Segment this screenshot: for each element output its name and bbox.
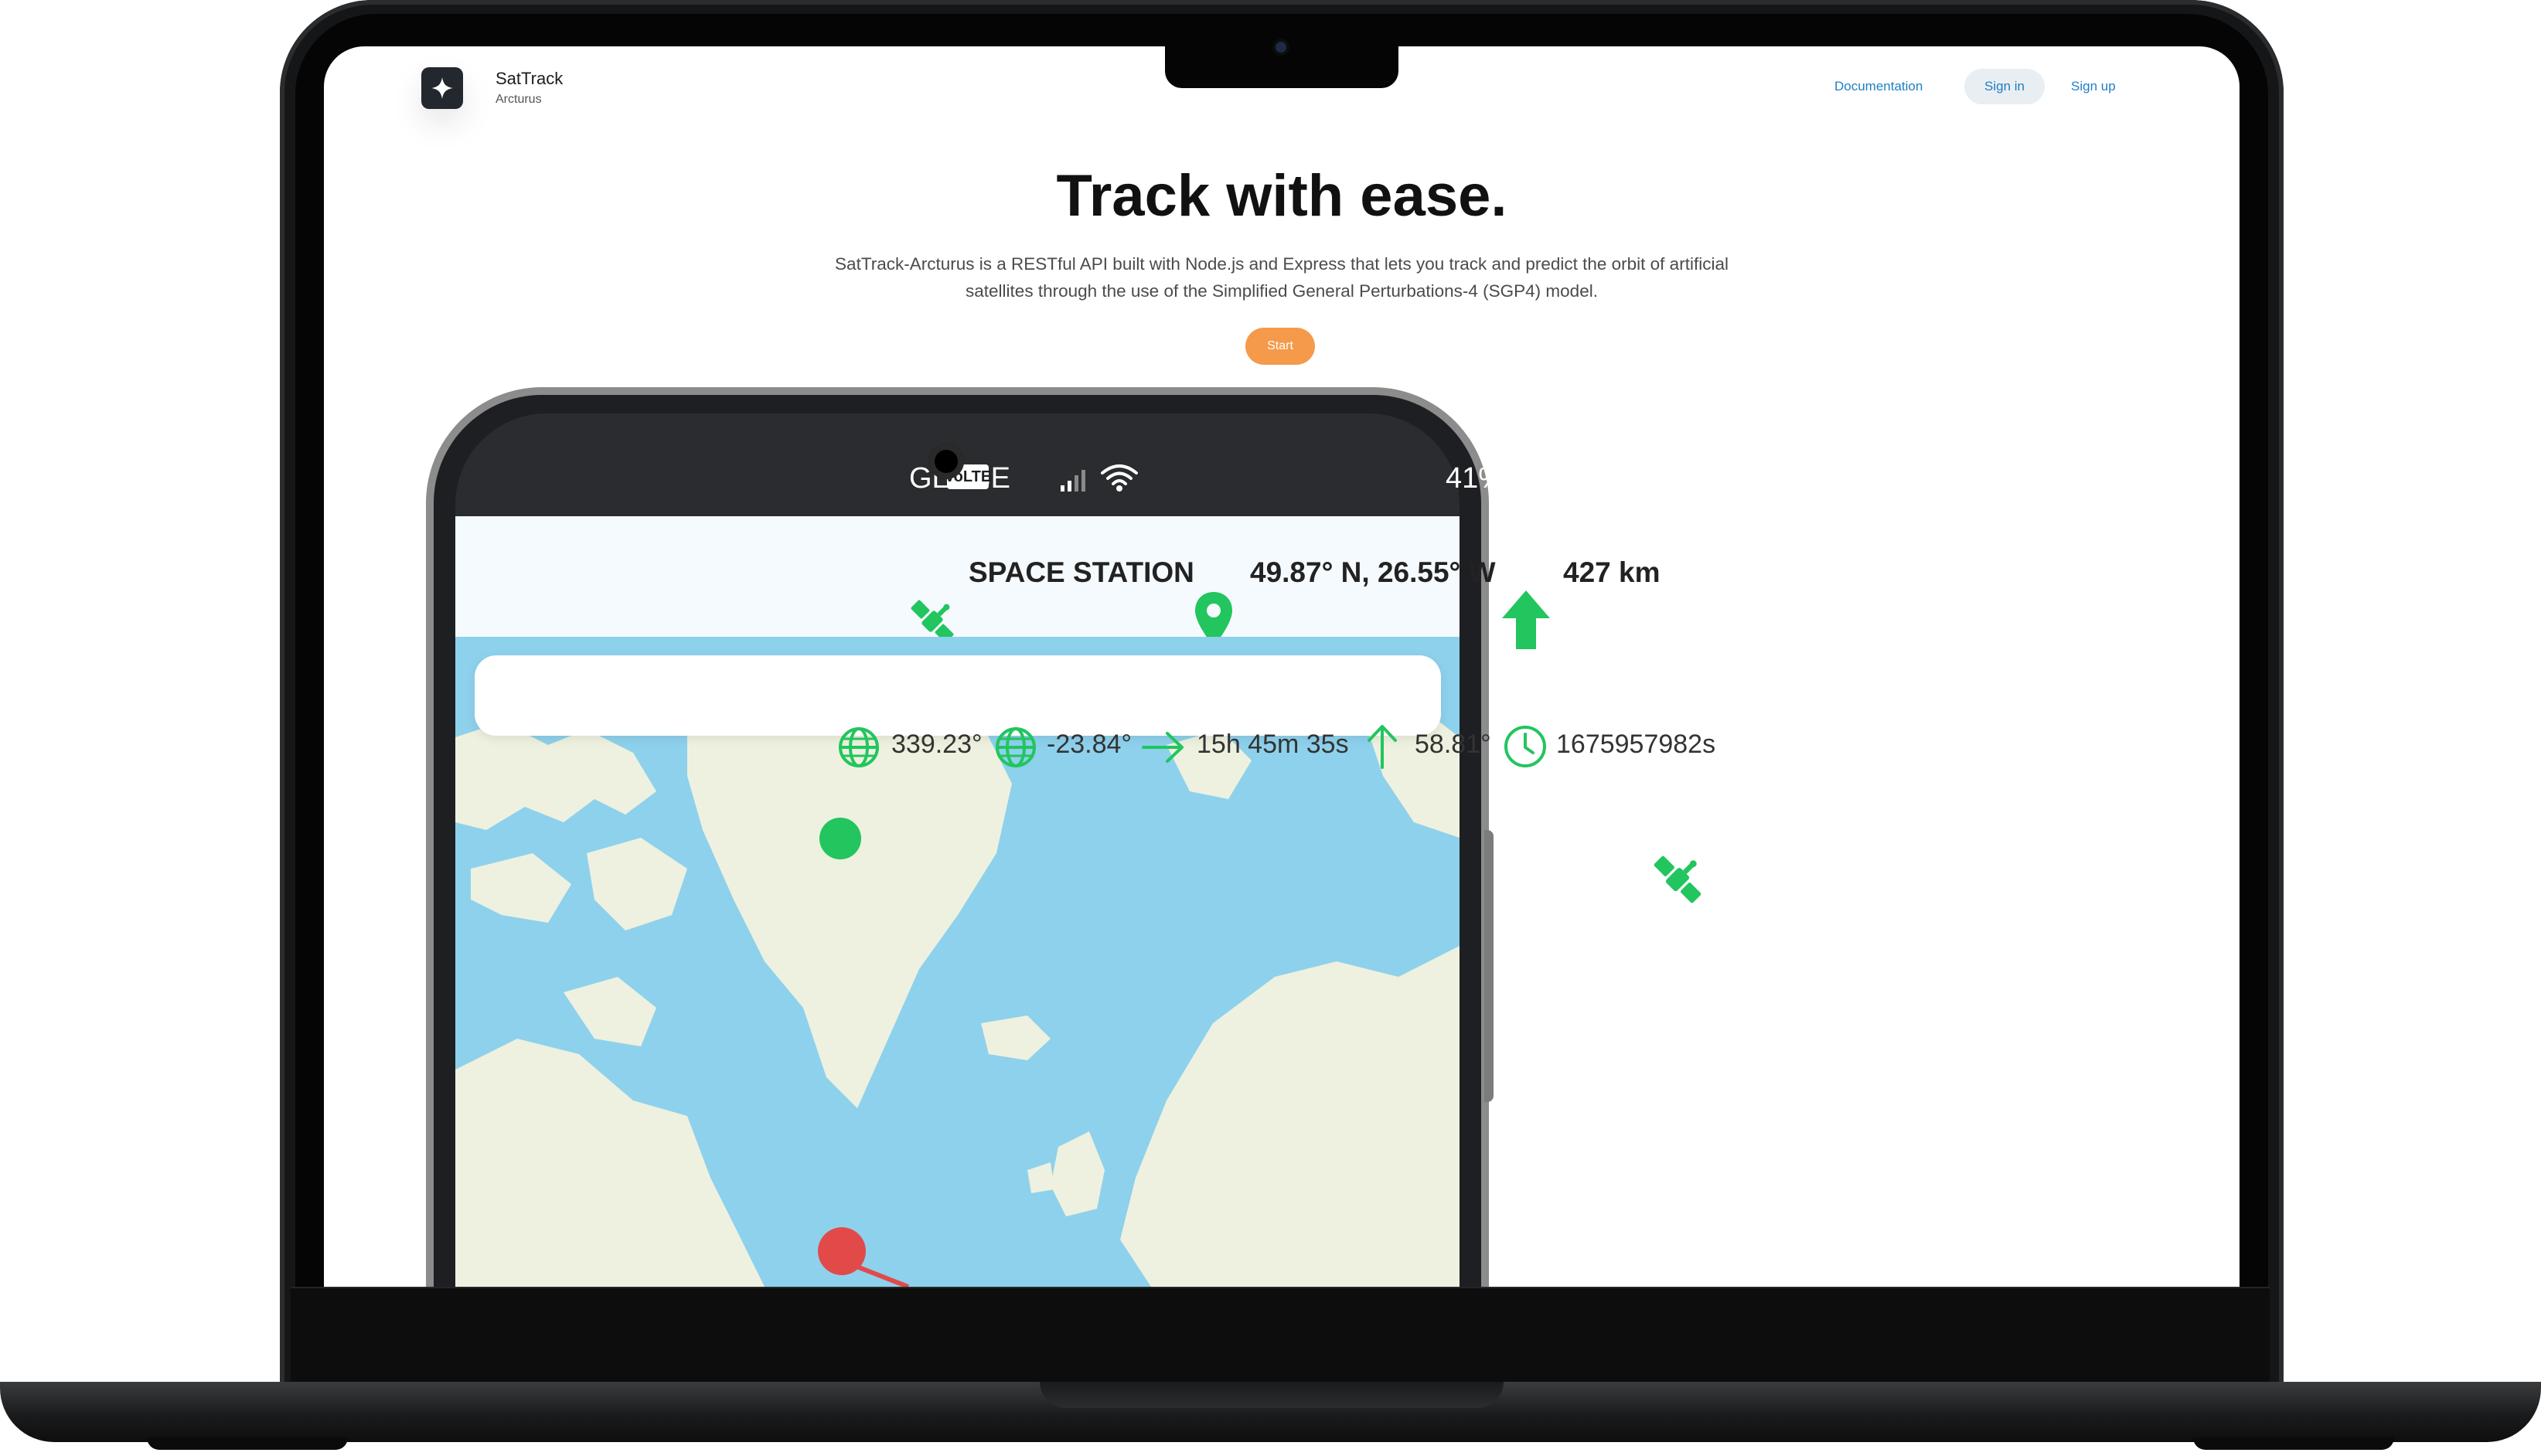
info-timestamp: 1675957982s — [1556, 730, 1716, 759]
battery-fill — [1517, 471, 1532, 488]
phone-front-camera — [928, 444, 964, 479]
globe-icon — [996, 727, 1036, 767]
location-marker[interactable] — [819, 818, 861, 859]
laptop-chin — [291, 1287, 2270, 1386]
info-duration: 15h 45m 35s — [1197, 730, 1349, 759]
laptop-foot-left — [147, 1437, 348, 1450]
globe-icon — [839, 727, 879, 767]
hero-description: SatTrack-Arcturus is a RESTful API built… — [741, 250, 1823, 304]
start-button[interactable]: Start — [1245, 328, 1315, 365]
satellite-icon — [1654, 856, 1701, 903]
satellite-location: 49.87° N, 26.55° W — [1250, 556, 1496, 588]
hero-description-line-1: SatTrack-Arcturus is a RESTful API built… — [835, 254, 1729, 274]
sign-up-link[interactable]: Sign up — [2071, 79, 2116, 94]
laptop-base-notch — [1040, 1382, 1504, 1408]
arrow-right-icon — [1142, 732, 1184, 763]
status-time: 23:53 — [1569, 462, 1643, 495]
laptop-camera — [1276, 42, 1286, 53]
info-angle: 58.81° — [1415, 730, 1491, 759]
orbit-path-line — [818, 1250, 910, 1287]
satellite-name: SPACE STATION — [969, 556, 1194, 588]
satellite-focus-button[interactable] — [1620, 822, 1735, 937]
hero-title: Track with ease. — [1056, 163, 1507, 229]
info-value-2: -23.84° — [1047, 730, 1133, 759]
hero-description-line-2: satellites through the use of the Simpli… — [966, 281, 1598, 301]
sparkle-icon — [431, 77, 453, 99]
info-value-1: 339.23° — [891, 730, 983, 759]
battery-tip — [1558, 474, 1562, 485]
nav-documentation-link[interactable]: Documentation — [1834, 79, 1923, 94]
clock-icon — [1504, 726, 1546, 767]
arrow-up-icon — [1368, 725, 1397, 769]
satellite-altitude: 427 km — [1563, 556, 1661, 588]
satellite-position-marker[interactable] — [818, 1227, 866, 1275]
status-battery-percent: 41% — [1445, 462, 1504, 495]
brand-logo[interactable] — [421, 67, 463, 109]
laptop-foot-right — [2193, 1437, 2394, 1450]
signal-icon — [1061, 470, 1085, 492]
wifi-icon — [1101, 464, 1138, 492]
phone-side-button — [1484, 830, 1494, 1102]
brand-name[interactable]: SatTrack — [496, 69, 563, 89]
orbit-info-bar — [475, 655, 1441, 736]
arrow-up-icon — [1502, 590, 1550, 649]
sign-in-button[interactable]: Sign in — [1964, 69, 2045, 104]
brand-subtitle: Arcturus — [496, 93, 542, 106]
